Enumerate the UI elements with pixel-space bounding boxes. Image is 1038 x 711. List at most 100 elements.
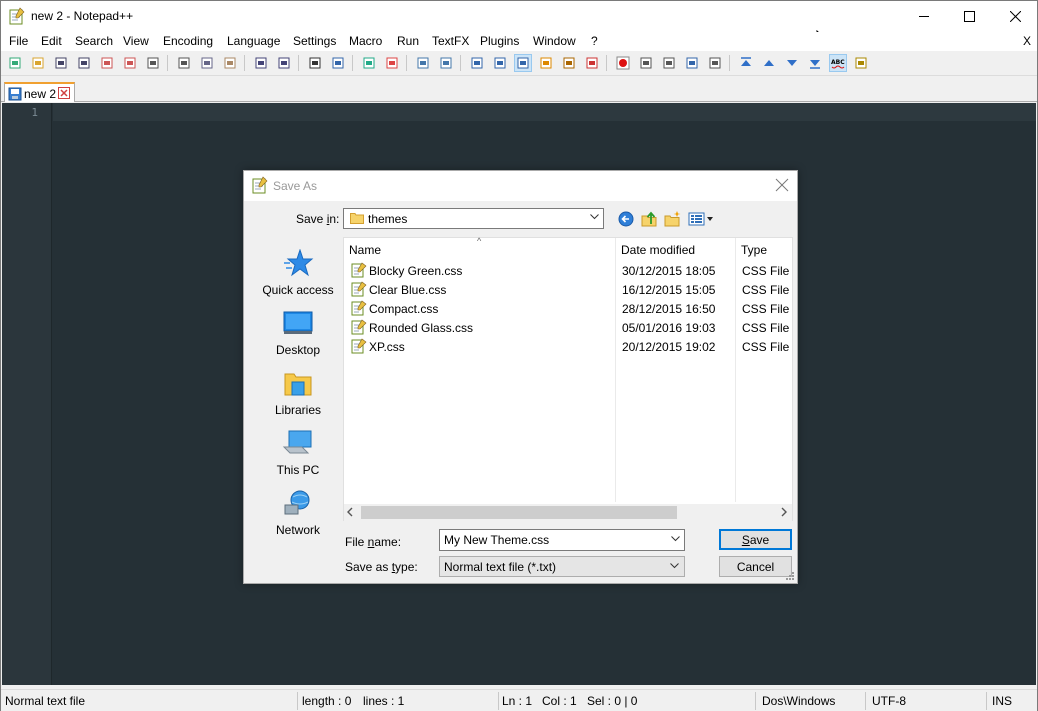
replace-icon — [332, 57, 344, 69]
sync-horizontal-button[interactable] — [437, 54, 455, 72]
menu-settings[interactable]: Settings — [293, 34, 336, 48]
word-wrap-button[interactable] — [468, 54, 486, 72]
save-all-button[interactable] — [75, 54, 93, 72]
close-document-button[interactable]: X — [1023, 34, 1031, 48]
play-macro-button[interactable] — [660, 54, 678, 72]
file-row[interactable]: Blocky Green.css 30/12/2015 18:05 CSS File — [344, 261, 794, 280]
menu-window[interactable]: Window — [533, 34, 576, 48]
file-row[interactable]: Rounded Glass.css 05/01/2016 19:03 CSS Fil… — [344, 318, 794, 337]
file-list[interactable]: Name ^ Date modified Type Blocky Green.c… — [343, 236, 794, 521]
new-folder-button[interactable] — [663, 209, 683, 229]
indent-guide-button[interactable] — [514, 54, 532, 72]
css-file-icon — [351, 319, 367, 335]
up-folder-button[interactable] — [640, 209, 660, 229]
status-divider — [986, 692, 987, 710]
tab-close-icon[interactable] — [58, 87, 70, 99]
sync-vertical-icon — [417, 57, 429, 69]
file-type: CSS File — [742, 283, 790, 297]
menu-edit[interactable]: Edit — [41, 34, 62, 48]
resize-grip-icon[interactable] — [785, 571, 795, 581]
scrollbar-thumb[interactable] — [361, 506, 677, 519]
stop-record-button[interactable] — [637, 54, 655, 72]
paste-button[interactable] — [221, 54, 239, 72]
zoom-in-button[interactable] — [360, 54, 378, 72]
new-file-icon — [9, 57, 21, 69]
minimize-button[interactable] — [901, 1, 947, 32]
scroll-right-icon[interactable] — [780, 507, 788, 517]
print-button[interactable] — [144, 54, 162, 72]
file-name-input[interactable] — [439, 529, 685, 551]
doc-map-button[interactable] — [560, 54, 578, 72]
menu-search[interactable]: Search — [75, 34, 113, 48]
toolbar-separator — [460, 55, 461, 71]
status-insert-mode[interactable]: INS — [992, 694, 1012, 708]
nav-top-button[interactable] — [737, 54, 755, 72]
save-macro-button[interactable] — [706, 54, 724, 72]
place-libraries[interactable]: Libraries — [253, 363, 343, 421]
nav-bottom-button[interactable] — [806, 54, 824, 72]
undo-button[interactable] — [252, 54, 270, 72]
dialog-close-icon[interactable] — [775, 178, 789, 192]
status-eol-format[interactable]: Dos\Windows — [762, 694, 835, 708]
file-row[interactable]: Clear Blue.css 16/12/2015 15:05 CSS File — [344, 280, 794, 299]
record-macro-icon — [616, 56, 630, 70]
cancel-button[interactable]: Cancel — [719, 556, 792, 577]
menu-view[interactable]: View — [123, 34, 149, 48]
view-menu-button[interactable] — [687, 209, 715, 229]
save-in-dropdown[interactable]: themes — [343, 208, 604, 229]
menu-textfx[interactable]: TextFX — [432, 34, 469, 48]
save-button[interactable]: Save — [719, 529, 792, 550]
column-header-type[interactable]: Type — [736, 238, 792, 260]
status-encoding[interactable]: UTF-8 — [872, 694, 906, 708]
menu-language[interactable]: Language — [227, 34, 280, 48]
nav-down-button[interactable] — [783, 54, 801, 72]
unsaved-file-icon — [8, 87, 22, 101]
new-file-button[interactable] — [6, 54, 24, 72]
place-network[interactable]: Network — [253, 483, 343, 541]
function-list-button[interactable] — [583, 54, 601, 72]
save-as-type-dropdown[interactable]: Normal text file (*.txt) — [439, 556, 685, 577]
copy-button[interactable] — [198, 54, 216, 72]
redo-button[interactable] — [275, 54, 293, 72]
scroll-left-icon[interactable] — [346, 507, 354, 517]
menu-encoding[interactable]: Encoding — [163, 34, 213, 48]
column-header-date[interactable]: Date modified — [616, 238, 735, 260]
menu-run[interactable]: Run — [397, 34, 419, 48]
cut-button[interactable] — [175, 54, 193, 72]
chevron-down-icon[interactable] — [671, 536, 680, 542]
back-button[interactable] — [616, 209, 636, 229]
tab-new-2[interactable]: new 2 — [4, 82, 75, 102]
horizontal-scrollbar[interactable] — [344, 504, 792, 521]
find-button[interactable] — [306, 54, 324, 72]
menu-macro[interactable]: Macro — [349, 34, 382, 48]
menu-file[interactable]: File — [9, 34, 28, 48]
open-file-button[interactable] — [29, 54, 47, 72]
network-icon — [284, 490, 310, 515]
sync-vertical-button[interactable] — [414, 54, 432, 72]
desktop-icon — [283, 311, 313, 334]
file-row[interactable]: XP.css 20/12/2015 19:02 CSS File — [344, 337, 794, 356]
close-window-button[interactable] — [992, 1, 1038, 32]
place-desktop[interactable]: Desktop — [253, 303, 343, 361]
run-macro-multiple-button[interactable] — [683, 54, 701, 72]
zoom-out-button[interactable] — [383, 54, 401, 72]
replace-button[interactable] — [329, 54, 347, 72]
place-this-pc[interactable]: This PC — [253, 423, 343, 481]
menu-plugins[interactable]: Plugins — [480, 34, 519, 48]
place-quick-access[interactable]: Quick access — [253, 243, 343, 301]
spellcheck-button[interactable]: ABC — [829, 54, 847, 72]
record-macro-button[interactable] — [614, 54, 632, 72]
save-button[interactable] — [52, 54, 70, 72]
file-row[interactable]: Compact.css 28/12/2015 16:50 CSS File — [344, 299, 794, 318]
word-wrap-icon — [471, 57, 483, 69]
close-button[interactable] — [98, 54, 116, 72]
maximize-button[interactable] — [946, 1, 992, 32]
show-all-chars-button[interactable] — [491, 54, 509, 72]
user-defined-lang-button[interactable] — [537, 54, 555, 72]
close-all-button[interactable] — [121, 54, 139, 72]
menu-help[interactable]: ? — [591, 34, 598, 48]
spellcheck-icon: ABC — [831, 59, 845, 69]
nav-up-button[interactable] — [760, 54, 778, 72]
compare-button[interactable] — [852, 54, 870, 72]
title-bar: new 2 - Notepad++ — [1, 1, 1038, 50]
